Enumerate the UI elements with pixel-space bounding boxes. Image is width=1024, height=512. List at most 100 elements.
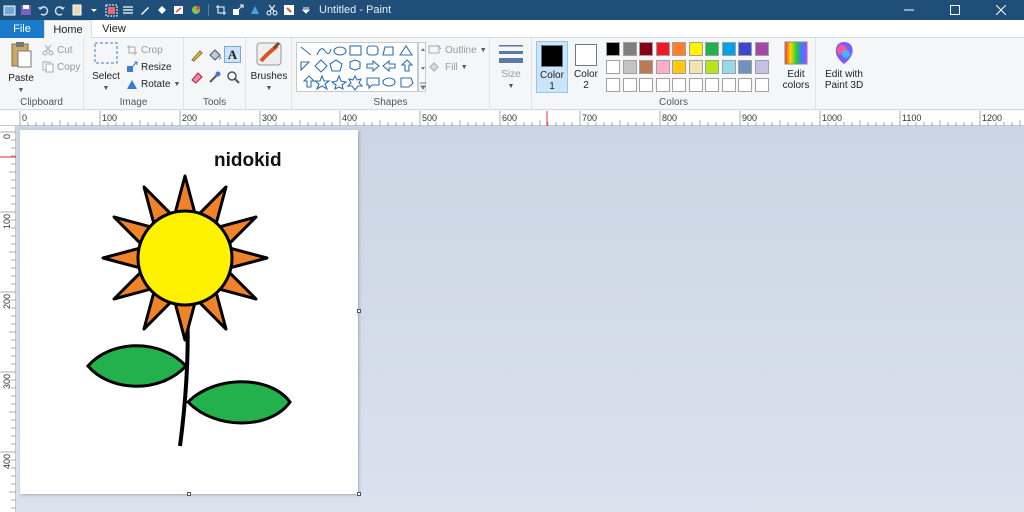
tab-home[interactable]: Home: [44, 20, 92, 39]
crop-icon[interactable]: [214, 3, 228, 17]
palette-swatch[interactable]: [606, 78, 620, 92]
redo-icon[interactable]: [53, 3, 67, 17]
shapes-scrollbar[interactable]: [418, 42, 426, 92]
palette-swatch[interactable]: [738, 78, 752, 92]
paint3d-icon[interactable]: [189, 3, 203, 17]
palette-swatch[interactable]: [639, 60, 653, 74]
palette-swatch[interactable]: [754, 78, 769, 92]
palette-swatch[interactable]: [738, 60, 752, 74]
palette-swatch[interactable]: [672, 60, 686, 74]
color1-button[interactable]: Color 1: [536, 41, 568, 93]
resize-icon[interactable]: [231, 3, 245, 17]
ruler-label: 1000: [822, 113, 842, 123]
brushes-group: Brushes ▼: [246, 38, 292, 110]
close-icon[interactable]: [978, 0, 1024, 20]
color2-label: Color: [574, 69, 598, 80]
tools-group: A Tools: [184, 38, 246, 110]
resize-handle-corner[interactable]: [357, 492, 361, 496]
rotate-button[interactable]: Rotate ▼: [126, 76, 180, 92]
copy-button[interactable]: Copy: [42, 59, 80, 75]
tab-file[interactable]: File: [0, 20, 44, 38]
palette-swatch[interactable]: [622, 78, 637, 92]
maximize-icon[interactable]: [932, 0, 978, 20]
palette-swatch[interactable]: [688, 42, 703, 56]
shapes-gallery-icons[interactable]: [297, 43, 419, 93]
palette-swatch[interactable]: [705, 42, 719, 56]
magnifier-icon[interactable]: [226, 70, 240, 84]
tab-view[interactable]: View: [92, 20, 136, 38]
clipboard-group-label: Clipboard: [20, 97, 63, 108]
brushes-label: Brushes: [250, 71, 288, 82]
palette-swatch[interactable]: [705, 78, 719, 92]
app-icon[interactable]: [2, 3, 16, 17]
fill-icon[interactable]: [208, 48, 222, 62]
palette-swatch[interactable]: [721, 42, 736, 56]
size-group: Size ▼: [490, 38, 532, 110]
palette-swatch[interactable]: [606, 60, 620, 74]
color-wheel-icon: [784, 41, 808, 65]
rotate-icon[interactable]: [248, 3, 262, 17]
palette-swatch[interactable]: [754, 60, 769, 74]
palette-swatch[interactable]: [721, 60, 736, 74]
chevron-down-icon: ▼: [507, 83, 515, 90]
palette-swatch[interactable]: [655, 42, 670, 56]
text-tool-icon[interactable]: A: [224, 46, 241, 63]
select-button[interactable]: Select ▼: [88, 40, 124, 94]
crop-button[interactable]: Crop: [126, 42, 163, 58]
palette-swatch[interactable]: [655, 60, 670, 74]
palette-swatch[interactable]: [754, 42, 769, 56]
edit-with-paint3d-button[interactable]: Edit with Paint 3D: [818, 40, 870, 91]
edit-colors-button[interactable]: Edit colors: [778, 40, 814, 91]
color2-button[interactable]: Color 2: [570, 41, 602, 93]
left-leaf: [86, 344, 189, 388]
palette-swatch[interactable]: [721, 78, 736, 92]
size-icon[interactable]: [121, 3, 135, 17]
resize-handle-right[interactable]: [357, 309, 361, 313]
copy-label: Copy: [57, 61, 81, 73]
eraser-icon[interactable]: [190, 70, 204, 84]
palette-swatch[interactable]: [688, 60, 703, 74]
select-icon[interactable]: [104, 3, 118, 17]
paste-button[interactable]: Paste ▼: [4, 40, 38, 96]
cut-icon[interactable]: [265, 3, 279, 17]
palette-swatch[interactable]: [622, 42, 637, 56]
resize-button[interactable]: Resize: [126, 59, 172, 75]
resize-handle-bottom[interactable]: [187, 492, 191, 496]
window-controls: [886, 0, 1024, 20]
palette-swatch[interactable]: [606, 42, 620, 56]
palette-swatch[interactable]: [639, 78, 653, 92]
ruler-label: 200: [182, 113, 197, 123]
dropdown-icon[interactable]: [87, 3, 101, 17]
brush-icon[interactable]: [172, 3, 186, 17]
cut-icon: [42, 44, 54, 56]
resize-icon: [127, 61, 138, 72]
palette-swatch[interactable]: [639, 42, 653, 56]
cut-button[interactable]: Cut: [42, 42, 73, 58]
pencil-icon[interactable]: [138, 3, 152, 17]
palette-swatch[interactable]: [738, 42, 752, 56]
color-picker-icon[interactable]: [282, 3, 296, 17]
size-button[interactable]: Size ▼: [494, 40, 528, 92]
size-label: Size: [501, 69, 521, 80]
undo-icon[interactable]: [36, 3, 50, 17]
customize-icon[interactable]: [299, 3, 313, 17]
palette-swatch[interactable]: [672, 42, 686, 56]
outline-icon: [428, 44, 442, 54]
outline-button[interactable]: Outline ▼: [428, 42, 487, 58]
palette-swatch[interactable]: [705, 60, 719, 74]
fill-icon[interactable]: [155, 3, 169, 17]
fill-button[interactable]: Fill ▼: [428, 59, 468, 75]
brushes-button[interactable]: Brushes ▼: [250, 40, 288, 94]
drawing-canvas[interactable]: nidokid: [20, 130, 361, 496]
minimize-icon[interactable]: [886, 0, 932, 20]
palette-swatch[interactable]: [672, 78, 686, 92]
palette-swatch[interactable]: [688, 78, 703, 92]
save-icon[interactable]: [19, 3, 33, 17]
brush-icon: [256, 41, 282, 66]
palette-swatch[interactable]: [622, 60, 637, 74]
ruler-label: 100: [2, 214, 12, 229]
palette-swatch[interactable]: [655, 78, 670, 92]
pencil-icon[interactable]: [190, 48, 204, 62]
color-picker-icon[interactable]: [208, 70, 222, 84]
clipboard-icon[interactable]: [70, 3, 84, 17]
